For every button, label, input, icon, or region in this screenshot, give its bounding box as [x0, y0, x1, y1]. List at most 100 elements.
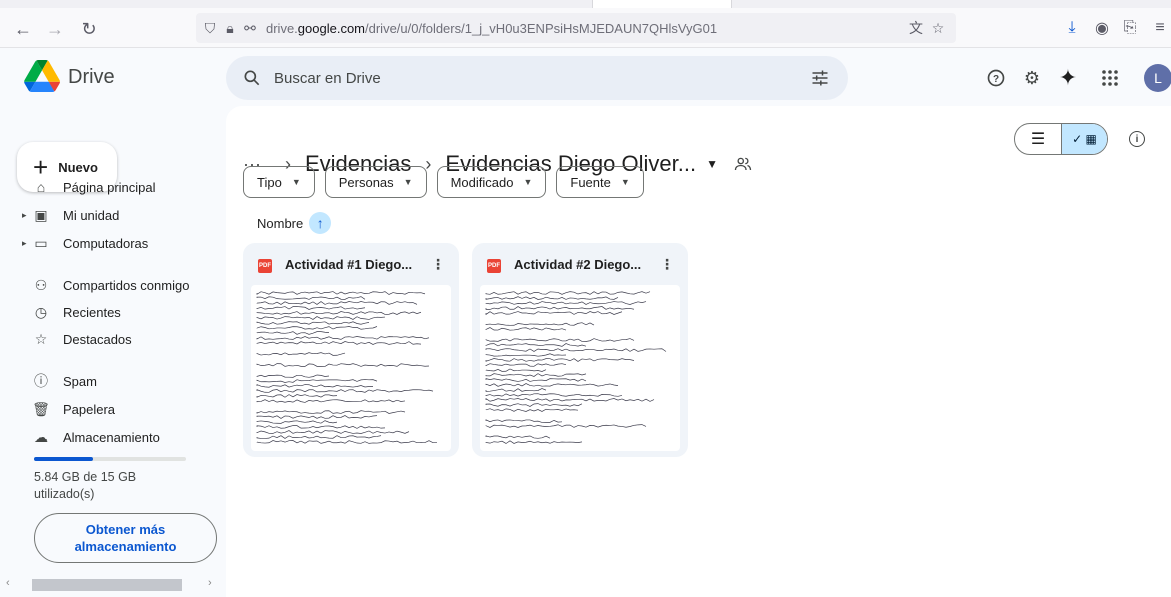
handwriting-line — [485, 398, 655, 402]
cloud-icon: ☁ — [34, 428, 48, 445]
file-thumbnail[interactable] — [480, 285, 680, 451]
file-name[interactable]: Actividad #1 Diego... — [285, 257, 412, 272]
scroll-right-icon[interactable]: › — [208, 577, 212, 589]
shared-folder-icon[interactable] — [734, 155, 752, 173]
sidebar-item-my-drive[interactable]: ▸ ▣ Mi unidad — [0, 202, 218, 228]
vertical-scrollbar[interactable] — [1158, 200, 1166, 590]
scroll-left-icon[interactable]: ‹ — [6, 577, 10, 589]
handwriting-line — [256, 316, 386, 320]
sidebar-item-trash[interactable]: 🗑︎ Papelera — [0, 396, 218, 422]
pdf-icon: PDF — [258, 259, 272, 273]
grid-view-icon[interactable]: ✓ ▦ — [1060, 124, 1107, 154]
bookmark-star-icon[interactable]: ☆ — [928, 20, 948, 37]
trash-icon: 🗑︎ — [32, 400, 50, 417]
handwriting-line — [485, 435, 551, 439]
sort-label[interactable]: Nombre — [257, 216, 303, 231]
download-icon[interactable]: ⤓ — [1062, 18, 1082, 38]
sidebar-item-shared[interactable]: ⚇ Compartidos conmigo — [0, 272, 218, 298]
shield-icon[interactable]: ⛉ — [200, 20, 220, 37]
settings-icon[interactable]: ⚙ — [1020, 66, 1044, 90]
handwriting-line — [256, 430, 410, 434]
expand-caret-icon[interactable]: ▸ — [22, 210, 27, 221]
handwriting-line — [256, 331, 330, 335]
search-options-icon[interactable] — [810, 68, 830, 88]
folder-menu-icon[interactable]: ▼ — [706, 157, 718, 171]
filter-type[interactable]: Tipo ▼ — [243, 166, 315, 198]
spam-icon: ⓘ — [34, 373, 48, 389]
file-card[interactable]: PDF Actividad #1 Diego... ⋮ — [243, 243, 459, 457]
sidebar-horizontal-scrollbar[interactable]: ‹ › — [0, 577, 226, 597]
forward-icon[interactable]: → — [44, 18, 66, 40]
gemini-icon[interactable]: ✦ — [1056, 65, 1080, 90]
handwriting-line — [256, 306, 366, 310]
svg-text:?: ? — [993, 74, 999, 85]
reload-icon[interactable]: ↻ — [78, 18, 100, 40]
sidebar-item-spam[interactable]: ⓘ Spam — [0, 368, 218, 394]
file-card[interactable]: PDF Actividad #2 Diego... ⋮ — [472, 243, 688, 457]
handwriting-line — [485, 296, 619, 300]
sort-control[interactable]: Nombre ↑ — [257, 212, 332, 234]
extensions-icon[interactable]: ⎘ — [1120, 18, 1140, 38]
storage-bar — [34, 457, 186, 461]
handwriting-line — [256, 394, 338, 398]
search-icon[interactable] — [242, 68, 262, 88]
file-name[interactable]: Actividad #2 Diego... — [514, 257, 641, 272]
handwriting-line — [256, 301, 418, 305]
clock-icon: ◷ — [34, 303, 48, 320]
scrollbar-thumb[interactable] — [32, 579, 182, 591]
file-thumbnail[interactable] — [251, 285, 451, 451]
handwriting-line — [485, 373, 587, 377]
handwriting-line — [485, 440, 583, 444]
browser-tab-strip — [0, 0, 1171, 8]
permissions-icon[interactable]: ⚯ — [240, 20, 260, 37]
account-icon[interactable]: ◉ — [1092, 18, 1112, 38]
handwriting-line — [256, 336, 430, 340]
handwriting-line — [485, 424, 647, 428]
list-view-icon[interactable]: ☰ — [1015, 124, 1061, 154]
url-text[interactable]: drive.google.com/drive/u/0/folders/1_j_v… — [266, 21, 717, 36]
handwriting-line — [485, 388, 547, 392]
handwriting-line — [485, 291, 651, 295]
handwriting-line — [256, 291, 426, 295]
search-bar[interactable]: Buscar en Drive — [226, 56, 848, 100]
get-more-storage-button[interactable]: Obtener más almacenamiento — [34, 513, 217, 563]
handwriting-line — [485, 383, 619, 387]
info-icon[interactable]: i — [1129, 131, 1145, 147]
translate-icon[interactable]: 文 — [906, 18, 926, 38]
sidebar-item-home[interactable]: ⌂ Página principal — [0, 174, 218, 200]
handwriting-line — [485, 419, 563, 423]
handwriting-line — [485, 353, 567, 357]
handwriting-line — [256, 389, 434, 393]
filter-modified[interactable]: Modificado ▼ — [436, 166, 547, 198]
browser-tab[interactable] — [592, 0, 732, 8]
more-vert-icon[interactable]: ⋮ — [431, 256, 445, 273]
browser-toolbar: ← → ↻ ⛉ 🔒︎ ⚯ drive.google.com/drive/u/0/… — [0, 8, 1171, 48]
lock-icon[interactable]: 🔒︎ — [220, 20, 240, 37]
handwriting-line — [485, 301, 647, 305]
expand-caret-icon[interactable]: ▸ — [22, 238, 27, 249]
storage-bar-fill — [34, 457, 94, 461]
more-vert-icon[interactable]: ⋮ — [660, 256, 674, 273]
back-icon[interactable]: ← — [12, 18, 34, 40]
handwriting-line — [256, 311, 422, 315]
handwriting-line — [485, 378, 587, 382]
sort-ascending-icon[interactable]: ↑ — [309, 212, 332, 234]
apps-grid-icon[interactable] — [1098, 66, 1122, 90]
handwriting-line — [256, 326, 378, 330]
help-icon[interactable]: ? — [984, 66, 1008, 90]
handwriting-line — [485, 393, 623, 397]
view-toggle[interactable]: ☰ ✓ ▦ — [1014, 123, 1108, 155]
drive-logo-icon[interactable] — [24, 60, 60, 92]
sidebar-item-recent[interactable]: ◷ Recientes — [0, 299, 218, 325]
filter-people[interactable]: Personas ▼ — [324, 166, 427, 198]
handwriting-line — [485, 322, 595, 326]
sidebar-item-storage[interactable]: ☁ Almacenamiento — [0, 424, 218, 450]
filter-source[interactable]: Fuente ▼ — [556, 166, 644, 198]
address-bar[interactable]: ⛉ 🔒︎ ⚯ drive.google.com/drive/u/0/folder… — [196, 13, 956, 43]
menu-icon[interactable]: ≡ — [1150, 18, 1170, 38]
sidebar-item-computers[interactable]: ▸ ▭ Computadoras — [0, 230, 218, 256]
sidebar-item-starred[interactable]: ☆ Destacados — [0, 326, 218, 352]
avatar[interactable]: L — [1144, 64, 1171, 92]
handwriting-line — [256, 420, 338, 424]
search-input[interactable]: Buscar en Drive — [274, 70, 381, 87]
